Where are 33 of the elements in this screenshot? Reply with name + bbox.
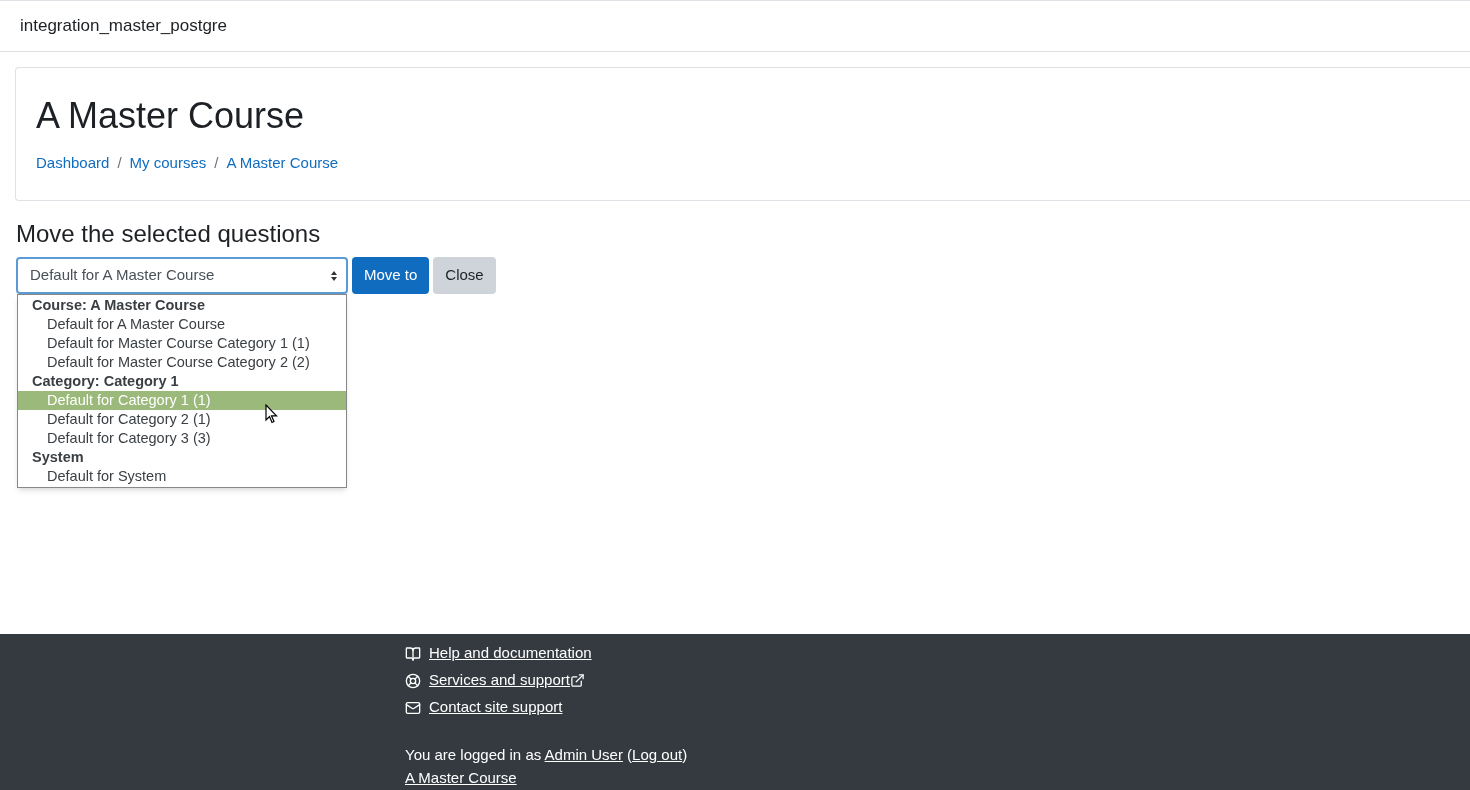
breadcrumb-link[interactable]: A Master Course: [226, 152, 339, 175]
breadcrumb-link[interactable]: My courses: [129, 152, 207, 175]
site-name[interactable]: integration_master_postgre: [20, 13, 227, 39]
external-link-icon: [569, 673, 585, 688]
dropdown-option[interactable]: Default for Master Course Category 2 (2): [18, 353, 346, 372]
breadcrumb-link[interactable]: Dashboard: [36, 152, 110, 175]
user-profile-link[interactable]: Admin User: [544, 746, 623, 763]
envelope-icon: [405, 699, 421, 716]
option-group-label: Category: Category 1: [31, 372, 180, 391]
move-to-button[interactable]: Move to: [352, 257, 430, 294]
dropdown-option[interactable]: Default for Category 2 (1): [18, 410, 346, 429]
dropdown-option[interactable]: Default for Category 3 (3): [18, 429, 346, 448]
dropdown-option[interactable]: Default for Master Course Category 1 (1): [18, 334, 346, 353]
page-title: A Master Course: [36, 94, 306, 138]
footer-link[interactable]: Services and support: [429, 669, 570, 692]
book-icon: [405, 645, 421, 662]
option-group-label: Course: A Master Course: [31, 296, 206, 315]
footer-link[interactable]: Help and documentation: [429, 642, 592, 665]
close-button[interactable]: Close: [433, 257, 496, 294]
logout-link[interactable]: Log out: [632, 746, 683, 763]
section-heading: Move the selected questions: [16, 219, 322, 249]
breadcrumb-separator: /: [117, 153, 122, 173]
login-info: You are logged in as Admin User (Log out): [405, 745, 689, 765]
dropdown-option[interactable]: Default for A Master Course: [18, 315, 346, 334]
category-select[interactable]: Default for A Master Course: [16, 257, 348, 294]
option-group-label: System: [31, 448, 85, 467]
breadcrumb-separator: /: [214, 153, 219, 173]
mouse-pointer-icon: [265, 404, 278, 424]
footer-link[interactable]: Contact site support: [429, 696, 563, 719]
dropdown-option[interactable]: Default for System: [18, 467, 346, 486]
lifebuoy-icon: [405, 672, 421, 689]
sort-arrows-icon: [330, 269, 338, 282]
course-link[interactable]: A Master Course: [405, 769, 517, 786]
